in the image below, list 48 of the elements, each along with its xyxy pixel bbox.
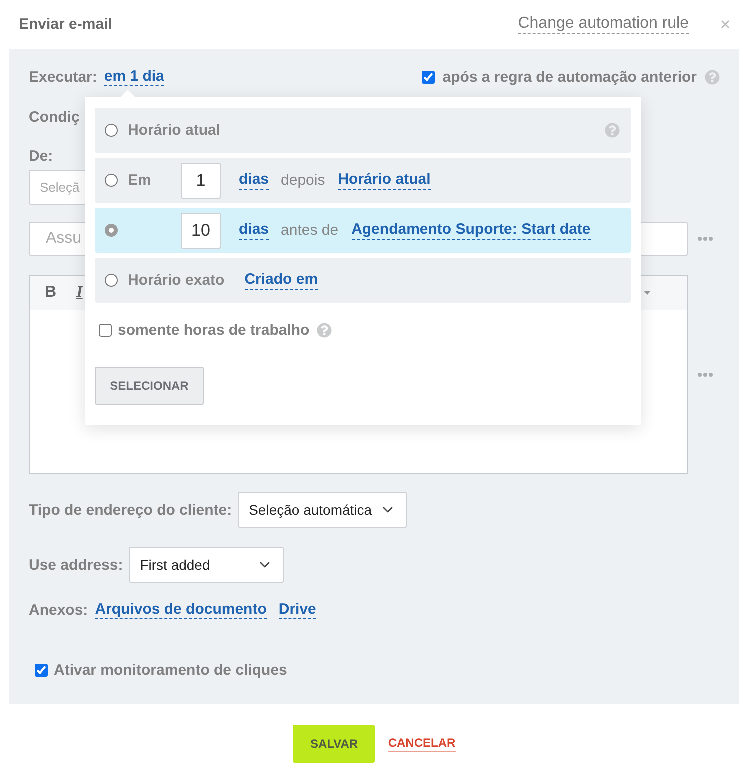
- cancel-link[interactable]: CANCELAR: [388, 736, 456, 752]
- reference-link[interactable]: Horário atual: [338, 171, 431, 190]
- radio-button[interactable]: [105, 224, 118, 237]
- amount-field[interactable]: 1: [181, 162, 221, 198]
- radio-button[interactable]: [105, 174, 118, 187]
- checkbox-label: Ativar monitoramento de cliques: [54, 662, 288, 678]
- change-rule-link[interactable]: Change automation rule: [518, 14, 689, 34]
- timing-option[interactable]: Horário exato Criado em: [95, 258, 631, 303]
- field-label: Executar:: [29, 68, 98, 86]
- attachment-link[interactable]: Arquivos de documento: [95, 600, 267, 620]
- bold-button[interactable]: B: [43, 284, 59, 302]
- unit-link[interactable]: dias: [239, 171, 270, 190]
- select-button[interactable]: SELECIONAR: [95, 367, 204, 405]
- radio-button[interactable]: [105, 274, 118, 287]
- reference-link[interactable]: Agendamento Suporte: Start date: [352, 221, 591, 240]
- click-tracking-checkbox[interactable]: [35, 664, 48, 676]
- caret-icon[interactable]: [644, 291, 651, 295]
- timing-option[interactable]: 10 dias antes de Agendamento Suporte: Start date: [95, 208, 631, 253]
- checkbox-label: somente horas de trabalho: [118, 322, 310, 338]
- option-label: Em: [128, 172, 152, 189]
- working-hours-checkbox[interactable]: [99, 324, 112, 336]
- help-icon: [605, 123, 620, 138]
- field-label: Condiç: [29, 108, 80, 126]
- timing-option[interactable]: Horário atual: [95, 108, 631, 153]
- execute-timing-link[interactable]: em 1 dia: [104, 68, 164, 86]
- option-label: Horário exato: [128, 272, 225, 289]
- address-type-select[interactable]: Seleção automática: [238, 492, 408, 528]
- reference-link[interactable]: Criado em: [244, 271, 318, 290]
- relation-label: depois: [281, 172, 326, 189]
- window-title: Enviar e-mail: [19, 16, 112, 33]
- timing-option[interactable]: Em 1 dias depois Horário atual: [95, 158, 631, 203]
- previous-rule-checkbox[interactable]: [422, 70, 435, 84]
- amount-field[interactable]: 10: [181, 212, 221, 248]
- relation-label: antes de: [281, 222, 339, 239]
- save-button[interactable]: SALVAR: [293, 725, 376, 763]
- help-icon: [705, 70, 720, 84]
- field-label: De:: [29, 148, 54, 164]
- unit-link[interactable]: dias: [239, 221, 270, 240]
- checkbox-label: após a regra de automação anterior: [442, 68, 697, 86]
- help-icon: [316, 322, 332, 338]
- field-label: Tipo de endereço do cliente:: [29, 502, 232, 518]
- use-address-select[interactable]: First added: [129, 547, 284, 583]
- field-label: Use address:: [29, 556, 124, 574]
- radio-button[interactable]: [105, 124, 118, 137]
- attachment-link[interactable]: Drive: [278, 600, 316, 620]
- option-label: Horário atual: [128, 122, 221, 139]
- field-label: Anexos:: [29, 602, 88, 618]
- italic-button[interactable]: I: [74, 284, 85, 302]
